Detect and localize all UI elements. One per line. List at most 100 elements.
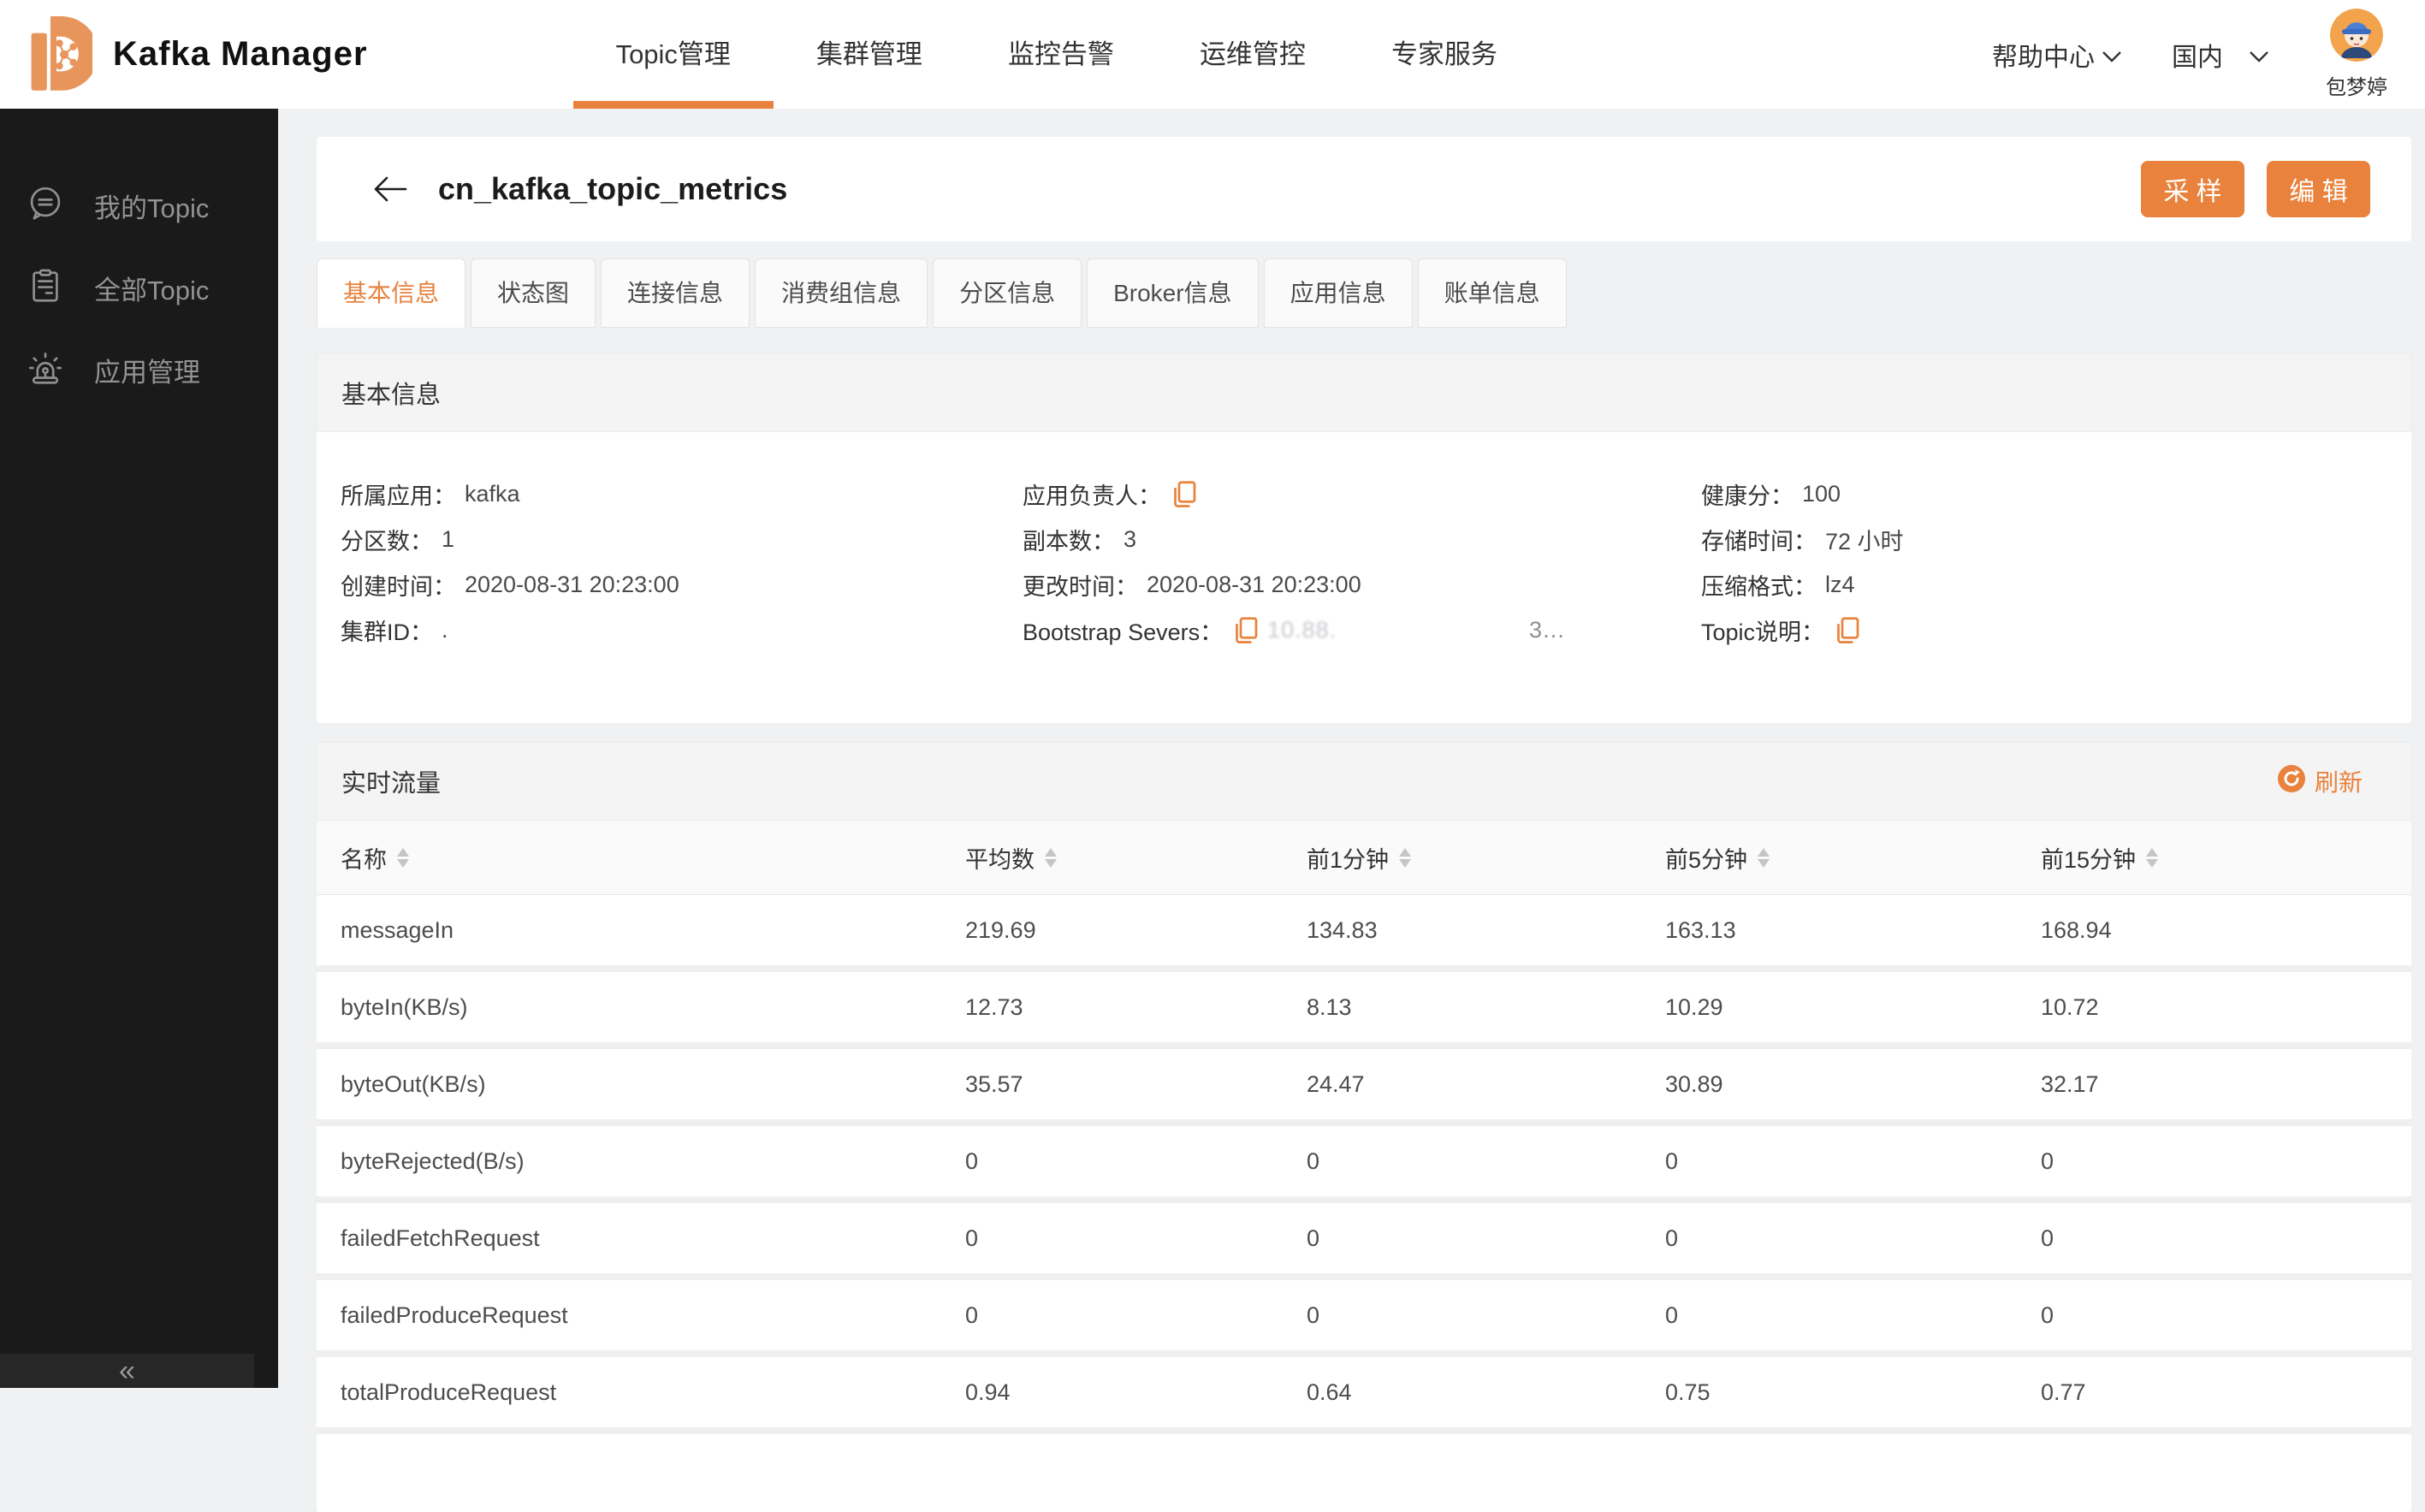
sidebar-item-label: 全部Topic xyxy=(94,275,210,305)
metric-last-1-min: 0 xyxy=(1307,1224,1320,1251)
metric-last-5-min: 163.13 xyxy=(1665,916,1736,943)
avatar[interactable] xyxy=(2330,9,2383,66)
nav-item-expert[interactable]: 专家服务 xyxy=(1349,0,1540,109)
tab-consumer-group-info[interactable]: 消费组信息 xyxy=(755,258,928,328)
field-modify-time: 更改时间： 2020-08-31 20:23:00 xyxy=(999,562,1677,608)
column-label: 名称 xyxy=(341,846,387,873)
field-label: 创建时间： xyxy=(341,574,456,600)
column-label: 前1分钟 xyxy=(1307,846,1390,873)
nav-item-topic[interactable]: Topic管理 xyxy=(572,0,774,109)
sort-icon[interactable] xyxy=(1399,847,1412,868)
basic-info-card: 基本信息 所属应用： kafka 应用负责人： 健康分： 100 分区数： 1 … xyxy=(317,353,2411,723)
back-arrow-button[interactable] xyxy=(371,175,407,203)
brand: Kafka Manager xyxy=(21,11,368,98)
field-health-score: 健康分： 100 xyxy=(1677,471,2411,517)
metric-last-15-min: 0 xyxy=(2041,1147,2054,1174)
copy-icon[interactable] xyxy=(1171,480,1197,509)
metric-last-1-min: 0 xyxy=(1307,1302,1320,1328)
column-header-last-15-min[interactable]: 前15分钟 xyxy=(2017,841,2411,875)
field-label: Topic说明： xyxy=(1701,620,1825,645)
edit-button[interactable]: 编 辑 xyxy=(2267,161,2370,217)
metric-last-1-min: 0 xyxy=(1307,1147,1320,1174)
column-header-last-5-min[interactable]: 前5分钟 xyxy=(1641,841,2017,875)
column-label: 前15分钟 xyxy=(2041,846,2137,873)
user-menu[interactable]: 包梦婷 xyxy=(2326,9,2387,100)
column-header-name[interactable]: 名称 xyxy=(317,841,941,875)
field-label: 分区数： xyxy=(341,529,433,554)
field-value: kafka xyxy=(465,481,520,507)
kafka-manager-logo-icon xyxy=(21,11,98,98)
topic-header-card: cn_kafka_topic_metrics 采 样 编 辑 xyxy=(317,137,2411,241)
tab-partition-info[interactable]: 分区信息 xyxy=(933,258,1082,328)
metric-last-1-min: 0.64 xyxy=(1307,1379,1352,1405)
field-value: 72 小时 xyxy=(1825,529,1904,554)
metric-last-15-min: 32.17 xyxy=(2041,1070,2099,1097)
main-nav-menu: Topic管理 集群管理 监控告警 运维管控 专家服务 xyxy=(572,0,1540,109)
field-label: 存储时间： xyxy=(1701,529,1817,554)
chevron-down-icon xyxy=(2249,40,2269,69)
column-header-average[interactable]: 平均数 xyxy=(941,841,1283,875)
nav-item-cluster[interactable]: 集群管理 xyxy=(774,0,965,109)
sample-button[interactable]: 采 样 xyxy=(2141,161,2244,217)
sort-icon[interactable] xyxy=(1758,847,1770,868)
tab-app-info[interactable]: 应用信息 xyxy=(1263,258,1413,328)
tab-status-chart[interactable]: 状态图 xyxy=(471,258,596,328)
sort-icon[interactable] xyxy=(1045,847,1057,868)
field-label: 健康分： xyxy=(1701,483,1794,509)
field-label: 应用负责人： xyxy=(1023,483,1161,509)
metric-last-5-min: 0 xyxy=(1665,1302,1679,1328)
metric-last-15-min: 168.94 xyxy=(2041,916,2112,943)
nav-item-ops[interactable]: 运维管控 xyxy=(1157,0,1349,109)
sidebar-menu: 我的Topic 全部Topic 应用管理 xyxy=(0,109,278,411)
region-dropdown[interactable]: 国内 xyxy=(2172,36,2269,74)
copy-icon[interactable] xyxy=(1233,616,1259,645)
collapse-chevrons-icon: « xyxy=(119,1355,135,1387)
section-title: 基本信息 xyxy=(341,382,442,409)
metric-average: 0 xyxy=(965,1147,979,1174)
metric-last-5-min: 0 xyxy=(1665,1224,1679,1251)
refresh-button[interactable]: 刷新 xyxy=(2277,764,2363,799)
metrics-table-header: 名称 平均数 前1分钟 前5分钟 前15分钟 xyxy=(317,821,2411,895)
tab-basic-info[interactable]: 基本信息 xyxy=(317,258,466,328)
user-name: 包梦婷 xyxy=(2326,76,2387,99)
field-compression-format: 压缩格式： lz4 xyxy=(1677,562,2411,608)
tab-broker-info[interactable]: Broker信息 xyxy=(1087,258,1259,328)
metric-last-5-min: 30.89 xyxy=(1665,1070,1723,1097)
tab-connection-info[interactable]: 连接信息 xyxy=(601,258,750,328)
main-content: cn_kafka_topic_metrics 采 样 编 辑 基本信息 状态图 … xyxy=(317,109,2411,1512)
metric-last-1-min: 24.47 xyxy=(1307,1070,1365,1097)
metric-average: 0 xyxy=(965,1302,979,1328)
field-value: 1 xyxy=(442,526,455,552)
sort-icon[interactable] xyxy=(2146,847,2159,868)
field-value: 100 xyxy=(1802,481,1841,507)
sidebar-collapse-button[interactable]: « xyxy=(0,1354,254,1388)
field-label: 所属应用： xyxy=(341,483,456,509)
metric-last-5-min: 10.29 xyxy=(1665,993,1723,1020)
metric-name: messageIn xyxy=(341,916,454,943)
realtime-traffic-card: 实时流量 刷新 名称 平均数 前1分钟 前5分钟 前15分钟 messageIn… xyxy=(317,742,2411,1512)
sort-icon[interactable] xyxy=(397,847,409,868)
nav-item-monitor[interactable]: 监控告警 xyxy=(965,0,1157,109)
metric-name: byteRejected(B/s) xyxy=(341,1147,525,1174)
help-center-label: 帮助中心 xyxy=(1992,43,2095,72)
copy-icon[interactable] xyxy=(1835,616,1860,645)
metric-name: failedProduceRequest xyxy=(341,1302,568,1328)
sidebar-item-my-topic[interactable]: 我的Topic xyxy=(0,164,278,246)
field-value: 2020-08-31 20:23:00 xyxy=(1147,572,1361,597)
metric-last-1-min: 8.13 xyxy=(1307,993,1352,1020)
top-navbar: Kafka Manager Topic管理 集群管理 监控告警 运维管控 专家服… xyxy=(0,0,2425,109)
chat-bubble-icon xyxy=(26,184,65,228)
field-label: 副本数： xyxy=(1023,529,1115,554)
column-header-last-1-min[interactable]: 前1分钟 xyxy=(1283,841,1641,875)
field-value-truncated: 3… xyxy=(1529,617,1566,643)
metric-name: byteOut(KB/s) xyxy=(341,1070,486,1097)
basic-info-section-header: 基本信息 xyxy=(317,353,2411,432)
tab-billing-info[interactable]: 账单信息 xyxy=(1417,258,1567,328)
table-row: totalProduceRequest 0.94 0.64 0.75 0.77 xyxy=(317,1357,2411,1434)
metric-last-15-min: 0 xyxy=(2041,1224,2054,1251)
sidebar-item-all-topic[interactable]: 全部Topic xyxy=(0,246,278,329)
table-row: failedFetchRequest 0 0 0 0 xyxy=(317,1203,2411,1280)
help-center-dropdown[interactable]: 帮助中心 xyxy=(1992,36,2122,74)
sidebar-item-app-management[interactable]: 应用管理 xyxy=(0,329,278,411)
field-label: 集群ID： xyxy=(341,620,433,645)
